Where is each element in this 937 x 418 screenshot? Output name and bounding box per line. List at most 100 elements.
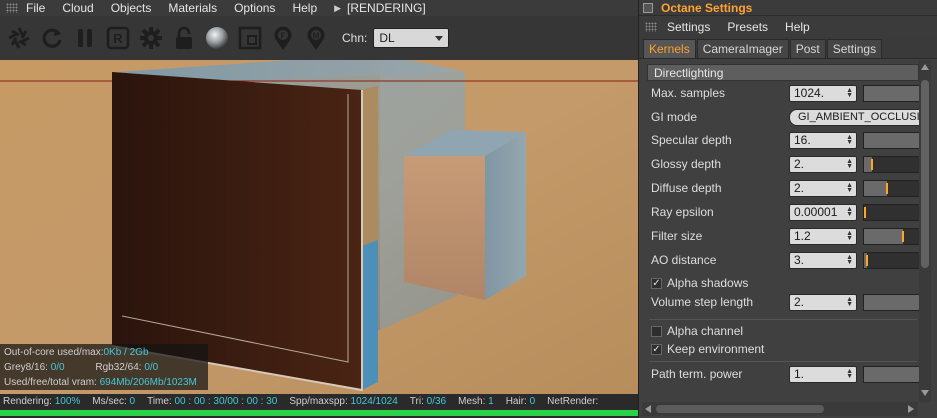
viewport-resolution-icon[interactable]	[237, 25, 263, 51]
tab-cameraimager[interactable]: CameraImager	[696, 39, 789, 58]
menu-help[interactable]: Help	[292, 1, 317, 15]
section-directlighting[interactable]: Directlighting	[647, 64, 919, 81]
channel-select[interactable]: DL	[373, 28, 450, 48]
drag-grip-icon[interactable]	[6, 3, 18, 13]
spinner-icon[interactable]: ▲ ▼	[846, 368, 853, 380]
drag-grip-icon[interactable]	[645, 21, 657, 32]
ray-epsilon-slider[interactable]	[863, 204, 925, 221]
alpha-channel-checkbox[interactable]	[651, 326, 662, 337]
pause-icon[interactable]	[72, 25, 98, 51]
settings-horizontal-scrollbar[interactable]	[642, 402, 918, 416]
menu-settings[interactable]: Settings	[667, 20, 710, 34]
menu-materials[interactable]: Materials	[168, 1, 217, 15]
path-term-power-slider[interactable]	[863, 366, 925, 383]
spinner-icon[interactable]: ▲ ▼	[846, 206, 853, 218]
slider-knob[interactable]	[866, 255, 868, 266]
field-value: 16.	[794, 133, 811, 147]
field-value: 2.	[794, 181, 805, 195]
param-alpha-channel: Alpha channel	[651, 322, 927, 342]
status-netrender-label: NetRender:	[547, 395, 599, 407]
settings-vertical-scrollbar[interactable]	[919, 60, 931, 402]
section-divider	[649, 361, 917, 362]
tab-kernels[interactable]: Kernels	[643, 39, 696, 58]
viewer-toolbar: R F M Chn: DL	[0, 16, 638, 60]
glossy-depth-slider[interactable]	[863, 156, 925, 173]
chevron-down-icon	[435, 36, 444, 41]
spinner-icon[interactable]: ▲ ▼	[846, 134, 853, 146]
menu-objects[interactable]: Objects	[111, 1, 152, 15]
menu-file[interactable]: File	[26, 1, 45, 15]
spinner-icon[interactable]: ▲ ▼	[846, 230, 853, 242]
path-term-power-field[interactable]: 1. ▲ ▼	[789, 366, 857, 383]
status-spp-label: Spp/maxspp:	[289, 395, 348, 407]
viewer-menubar: File Cloud Objects Materials Options Hel…	[0, 0, 638, 16]
menu-presets[interactable]: Presets	[727, 20, 768, 34]
spinner-icon[interactable]: ▲ ▼	[846, 87, 853, 99]
material-pin-icon[interactable]: M	[303, 25, 329, 51]
slider-knob[interactable]	[902, 231, 904, 242]
filter-size-field[interactable]: 1.2 ▲ ▼	[789, 228, 857, 245]
scrollbar-thumb[interactable]	[656, 405, 824, 413]
max-samples-slider[interactable]	[863, 85, 925, 102]
filter-size-slider[interactable]	[863, 228, 925, 245]
material-ball-icon[interactable]	[204, 25, 230, 51]
scroll-down-icon[interactable]	[921, 390, 929, 396]
region-render-icon[interactable]: R	[105, 25, 131, 51]
svg-text:F: F	[281, 32, 286, 41]
menu-options[interactable]: Options	[234, 1, 275, 15]
spinner-icon[interactable]: ▲ ▼	[846, 254, 853, 266]
status-rendering-label: Rendering:	[3, 395, 52, 407]
slider-fill	[864, 181, 887, 196]
spinner-icon[interactable]: ▲ ▼	[846, 182, 853, 194]
refresh-icon[interactable]	[39, 25, 65, 51]
keep-environment-checkbox[interactable]: ✓	[651, 344, 662, 355]
diffuse-depth-field[interactable]: 2. ▲ ▼	[789, 180, 857, 197]
tab-post[interactable]: Post	[789, 39, 826, 58]
gi-mode-select[interactable]: GI_AMBIENT_OCCLUSION	[789, 109, 927, 126]
lock-icon[interactable]	[171, 25, 197, 51]
aperture-icon[interactable]	[6, 25, 32, 51]
field-value: 2.	[794, 295, 805, 309]
ao-distance-slider[interactable]	[863, 252, 925, 269]
grey-value: 0/0	[50, 362, 65, 373]
volume-step-length-slider[interactable]	[863, 294, 925, 311]
rendering-status-label: [RENDERING]	[347, 1, 426, 15]
scroll-up-icon[interactable]	[921, 64, 929, 70]
status-ms-value: 0	[129, 395, 136, 407]
checkbox-label: Keep environment	[667, 342, 765, 356]
specular-depth-slider[interactable]	[863, 132, 925, 149]
vram-label: Used/free/total vram:	[4, 377, 97, 388]
glossy-depth-field[interactable]: 2. ▲ ▼	[789, 156, 857, 173]
ray-epsilon-field[interactable]: 0.00001 ▲ ▼	[789, 204, 857, 221]
field-value: 0.00001	[794, 205, 838, 219]
param-label: Volume step length	[651, 295, 754, 309]
volume-step-length-field[interactable]: 2. ▲ ▼	[789, 294, 857, 311]
scrollbar-thumb[interactable]	[921, 80, 929, 268]
menu-overflow-arrow-icon[interactable]: ▶	[334, 3, 341, 14]
field-value: 2.	[794, 157, 805, 171]
status-hair-value: 0	[529, 395, 536, 407]
menu-cloud[interactable]: Cloud	[62, 1, 93, 15]
scroll-right-icon[interactable]	[908, 405, 914, 413]
specular-depth-field[interactable]: 16. ▲ ▼	[789, 132, 857, 149]
diffuse-depth-slider[interactable]	[863, 180, 925, 197]
max-samples-field[interactable]: 1024. ▲ ▼	[789, 85, 857, 102]
param-label: Path term. power	[651, 367, 743, 381]
scroll-left-icon[interactable]	[645, 405, 651, 413]
focus-pin-icon[interactable]: F	[270, 25, 296, 51]
menu-help-settings[interactable]: Help	[785, 20, 810, 34]
window-toggle-checkbox[interactable]	[643, 2, 653, 13]
param-diffuse-depth: Diffuse depth 2. ▲ ▼	[651, 179, 927, 199]
spinner-icon[interactable]: ▲ ▼	[846, 296, 853, 308]
slider-fill	[864, 133, 922, 148]
param-label: Glossy depth	[651, 157, 722, 171]
slider-knob[interactable]	[864, 207, 866, 218]
slider-knob[interactable]	[871, 159, 873, 170]
tab-settings[interactable]: Settings	[826, 39, 883, 58]
slider-knob[interactable]	[886, 183, 888, 194]
ao-distance-field[interactable]: 3. ▲ ▼	[789, 252, 857, 269]
settings-gear-icon[interactable]	[138, 25, 164, 51]
alpha-shadows-checkbox[interactable]: ✓	[651, 278, 662, 289]
spinner-icon[interactable]: ▲ ▼	[846, 158, 853, 170]
param-label: Specular depth	[651, 133, 732, 147]
